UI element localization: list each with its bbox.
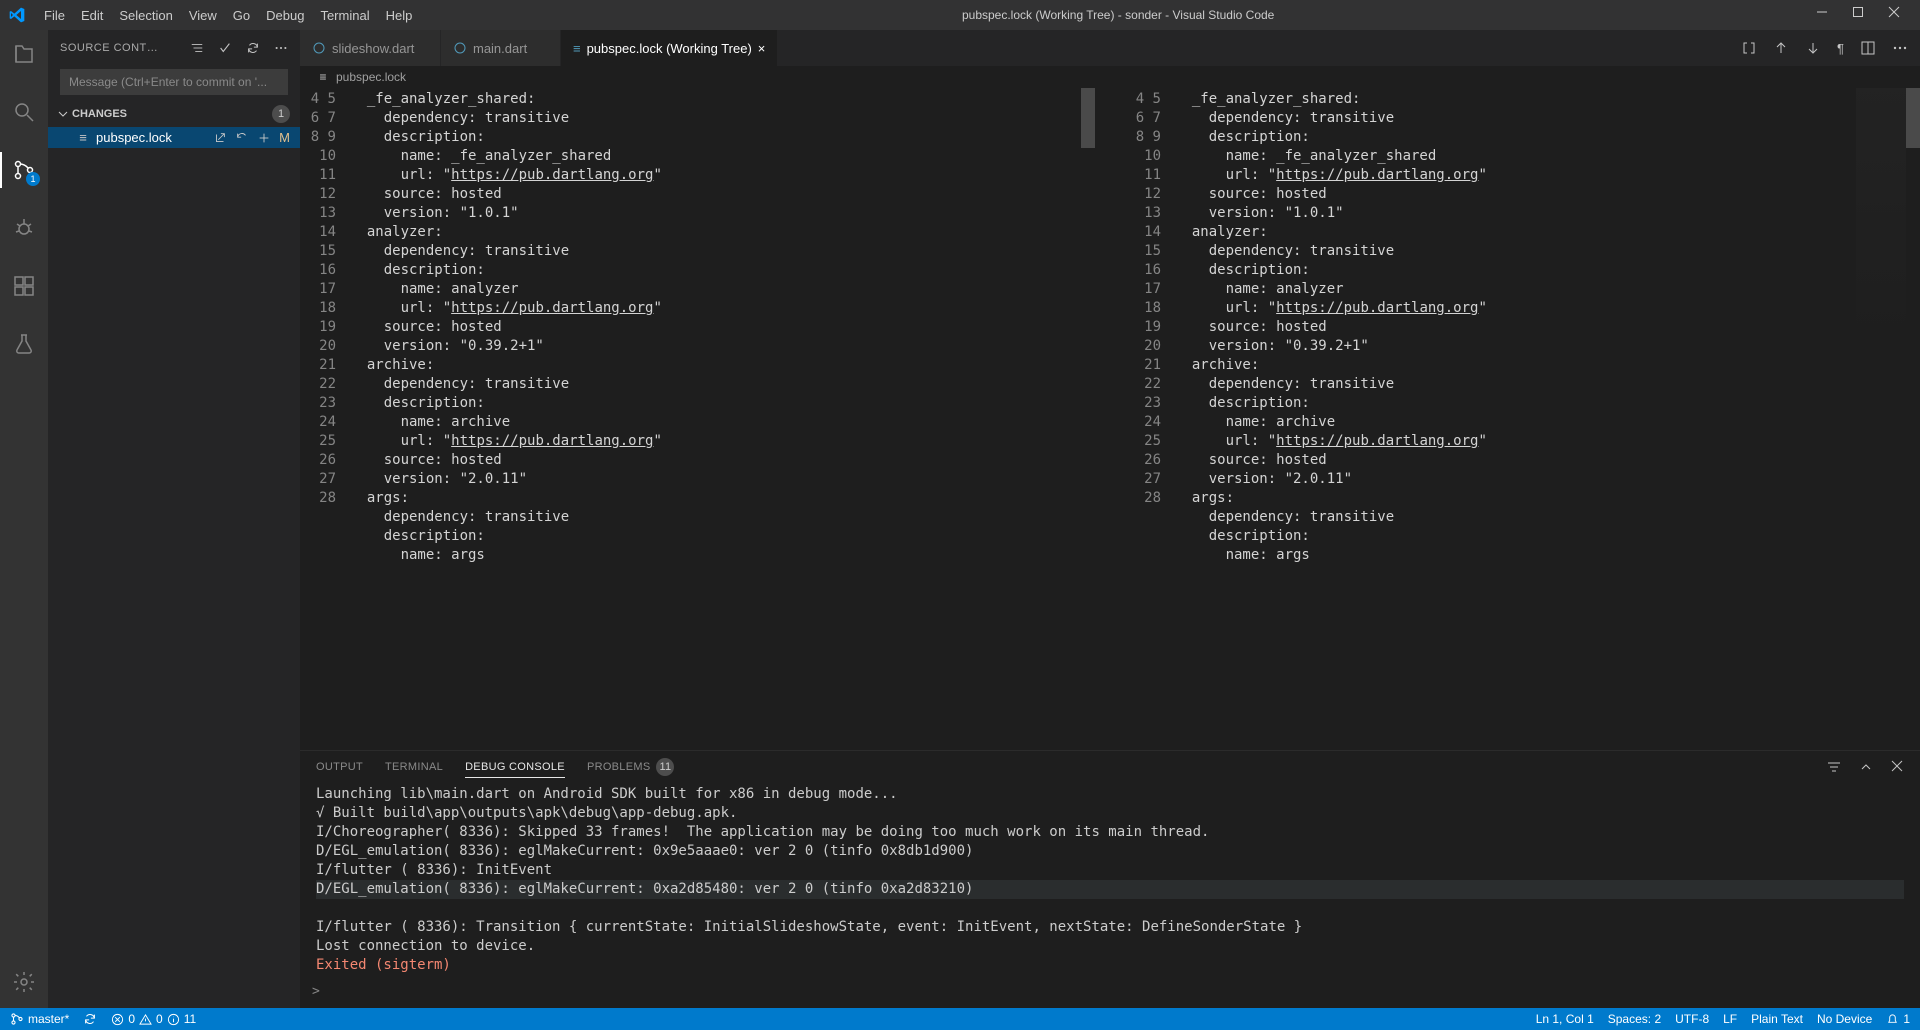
debug-console-output[interactable]: Launching lib\main.dart on Android SDK b… [300,783,1920,984]
git-branch-status[interactable]: master* [10,1012,69,1026]
menu-help[interactable]: Help [378,4,421,27]
language-mode-status[interactable]: Plain Text [1751,1012,1803,1026]
whitespace-icon[interactable]: ¶ [1837,41,1844,56]
open-file-icon[interactable] [213,131,227,145]
menu-edit[interactable]: Edit [73,4,111,27]
next-change-icon[interactable] [1805,40,1821,56]
changes-label: CHANGES [72,108,127,120]
close-tab-icon[interactable]: × [758,41,766,56]
encoding-status[interactable]: UTF-8 [1675,1012,1709,1026]
tab-label: main.dart [473,41,527,56]
scrollbar-original[interactable] [1081,88,1095,750]
file-icon [312,41,326,55]
bottom-panel: OUTPUT TERMINAL DEBUG CONSOLE PROBLEMS 1… [300,750,1920,1008]
tab-debug-console[interactable]: DEBUG CONSOLE [465,761,565,778]
file-icon: ≡ [573,41,581,56]
changes-count-badge: 1 [272,105,290,123]
close-panel-icon[interactable] [1890,759,1904,775]
breadcrumb-file: pubspec.lock [336,70,406,84]
commit-icon[interactable] [218,41,232,55]
minimize-button[interactable] [1816,6,1834,24]
split-editor-icon[interactable] [1860,40,1876,56]
tab-output[interactable]: OUTPUT [316,761,363,773]
eol-status[interactable]: LF [1723,1012,1737,1026]
scrollbar-modified[interactable] [1906,88,1920,750]
editor-tab[interactable]: main.dart× [441,30,561,66]
close-button[interactable] [1888,6,1906,24]
editor-more-icon[interactable] [1892,40,1908,56]
cursor-position-status[interactable]: Ln 1, Col 1 [1536,1012,1594,1026]
diff-editor: 4 5 6 7 8 9 10 11 12 13 14 15 16 17 18 1… [300,88,1920,750]
chevron-down-icon [58,109,68,119]
previous-change-icon[interactable] [1773,40,1789,56]
tab-problems[interactable]: PROBLEMS 11 [587,758,675,776]
sidebar-title: SOURCE CONTR... [60,42,160,54]
scm-badge: 1 [26,172,40,186]
source-control-icon[interactable]: 1 [0,152,48,188]
more-icon[interactable] [274,41,288,55]
source-control-sidebar: SOURCE CONTR... CHANGES 1 ≡ pubspec.lock [48,30,300,1008]
compare-changes-icon[interactable] [1741,40,1757,56]
menu-file[interactable]: File [36,4,73,27]
settings-gear-icon[interactable] [0,964,48,1000]
sync-status[interactable] [83,1012,97,1026]
filter-icon[interactable] [1826,759,1842,775]
diff-modified-pane[interactable]: 4 5 6 7 8 9 10 11 12 13 14 15 16 17 18 1… [1125,88,1920,750]
vscode-icon [8,6,26,24]
menu-view[interactable]: View [181,4,225,27]
notifications-status[interactable]: 1 [1886,1012,1910,1026]
tab-label: slideshow.dart [332,41,414,56]
discard-changes-icon[interactable] [235,131,249,145]
debug-console-input[interactable]: > [300,984,1920,1008]
file-status-indicator: M [279,130,290,145]
menu-debug[interactable]: Debug [258,4,312,27]
commit-message-input[interactable] [60,69,288,95]
file-icon: ≡ [76,130,90,145]
maximize-button[interactable] [1852,6,1870,24]
explorer-icon[interactable] [0,36,48,72]
errors-status[interactable]: 0 0 11 [111,1012,196,1026]
flask-icon[interactable] [0,326,48,362]
indentation-status[interactable]: Spaces: 2 [1608,1012,1661,1026]
activity-bar: 1 [0,30,48,1008]
diff-original-pane[interactable]: 4 5 6 7 8 9 10 11 12 13 14 15 16 17 18 1… [300,88,1095,750]
extensions-icon[interactable] [0,268,48,304]
collapse-panel-icon[interactable] [1858,759,1874,775]
changed-file-name: pubspec.lock [96,130,172,145]
editor-tab[interactable]: slideshow.dart× [300,30,441,66]
problems-count: 11 [656,758,674,776]
device-status[interactable]: No Device [1817,1012,1872,1026]
tab-terminal[interactable]: TERMINAL [385,761,443,773]
changed-file-item[interactable]: ≡ pubspec.lock M [48,127,300,148]
refresh-icon[interactable] [246,41,260,55]
search-icon[interactable] [0,94,48,130]
menu-terminal[interactable]: Terminal [312,4,377,27]
editor-tab-bar: slideshow.dart×main.dart×≡pubspec.lock (… [300,30,1920,66]
breadcrumb[interactable]: ≡ pubspec.lock [300,66,1920,88]
status-bar: master* 0 0 11 Ln 1, Col 1 Spaces: 2 UTF… [0,1008,1920,1030]
menu-selection[interactable]: Selection [111,4,180,27]
file-icon: ≡ [316,70,330,84]
editor-tab[interactable]: ≡ pubspec.lock (Working Tree) × [561,30,778,66]
stage-icon[interactable] [257,131,271,145]
changes-section-header[interactable]: CHANGES 1 [48,101,300,127]
minimap[interactable] [1856,88,1906,750]
title-bar: FileEditSelectionViewGoDebugTerminalHelp… [0,0,1920,30]
view-tree-icon[interactable] [190,41,204,55]
window-title: pubspec.lock (Working Tree) - sonder - V… [962,8,1274,22]
tab-label: pubspec.lock (Working Tree) [587,41,752,56]
debug-icon[interactable] [0,210,48,246]
file-icon [453,41,467,55]
menu-go[interactable]: Go [225,4,258,27]
